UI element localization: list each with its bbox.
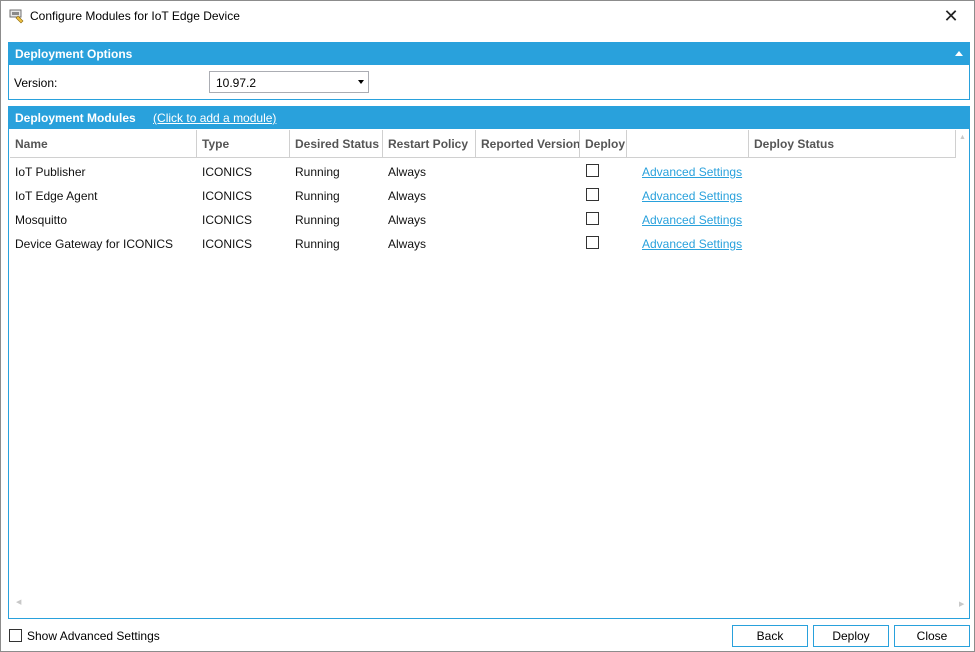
- module-name: IoT Publisher: [15, 165, 86, 179]
- deploy-button[interactable]: Deploy: [813, 625, 889, 647]
- scroll-up-icon[interactable]: ▲: [959, 134, 966, 141]
- column-header-name[interactable]: Name: [10, 130, 197, 158]
- module-name: Mosquitto: [15, 213, 68, 227]
- close-button[interactable]: Close: [894, 625, 970, 647]
- table-row[interactable]: Mosquitto ICONICS Running Always Advance…: [10, 208, 956, 232]
- column-header-deploy-status[interactable]: Deploy Status: [749, 130, 956, 158]
- advanced-settings-link[interactable]: Advanced Settings: [637, 208, 749, 232]
- deploy-checkbox[interactable]: [586, 164, 599, 177]
- module-type: ICONICS: [202, 237, 253, 251]
- app-icon: [9, 8, 25, 24]
- module-restart-policy: Always: [388, 189, 427, 203]
- column-header-restart-policy[interactable]: Restart Policy: [383, 130, 476, 158]
- table-row[interactable]: IoT Edge Agent ICONICS Running Always Ad…: [10, 184, 956, 208]
- module-reported-version: [476, 160, 580, 184]
- title-bar: Configure Modules for IoT Edge Device ✕: [1, 1, 974, 31]
- show-advanced-settings-checkbox[interactable]: [9, 629, 22, 642]
- module-desired-status: Running: [295, 165, 340, 179]
- chevron-down-icon: [358, 80, 364, 84]
- advanced-settings-link[interactable]: Advanced Settings: [637, 232, 749, 256]
- deploy-checkbox[interactable]: [586, 212, 599, 225]
- deployment-modules-header: Deployment Modules (Click to add a modul…: [9, 107, 969, 129]
- deploy-checkbox[interactable]: [586, 236, 599, 249]
- deployment-modules-panel: Deployment Modules (Click to add a modul…: [8, 106, 970, 619]
- column-header-reported-version[interactable]: Reported Version: [476, 130, 580, 158]
- collapse-icon[interactable]: [955, 51, 963, 56]
- column-header-type[interactable]: Type: [197, 130, 290, 158]
- module-desired-status: Running: [295, 189, 340, 203]
- module-desired-status: Running: [295, 213, 340, 227]
- version-label: Version:: [14, 76, 58, 90]
- version-value: 10.97.2: [216, 76, 257, 90]
- deploy-checkbox[interactable]: [586, 188, 599, 201]
- module-restart-policy: Always: [388, 165, 427, 179]
- module-name: Device Gateway for ICONICS: [15, 237, 174, 251]
- table-row[interactable]: IoT Publisher ICONICS Running Always Adv…: [10, 160, 956, 184]
- module-desired-status: Running: [295, 237, 340, 251]
- show-advanced-settings-label[interactable]: Show Advanced Settings: [27, 629, 160, 643]
- module-type: ICONICS: [202, 213, 253, 227]
- module-reported-version: [476, 232, 580, 256]
- module-deploy-status: [749, 184, 956, 208]
- module-name: IoT Edge Agent: [15, 189, 98, 203]
- advanced-settings-link[interactable]: Advanced Settings: [637, 160, 749, 184]
- close-window-icon[interactable]: ✕: [928, 1, 974, 31]
- column-header-desired-status[interactable]: Desired Status: [290, 130, 383, 158]
- vertical-scrollbar[interactable]: ▲ ▶: [956, 130, 969, 618]
- deployment-options-panel: Deployment Options Version: 10.97.2: [8, 42, 970, 100]
- column-header-settings[interactable]: [627, 130, 749, 158]
- configure-modules-dialog: Configure Modules for IoT Edge Device ✕ …: [0, 0, 975, 652]
- deployment-options-title: Deployment Options: [15, 47, 133, 61]
- deployment-options-header[interactable]: Deployment Options: [9, 43, 969, 65]
- advanced-settings-link[interactable]: Advanced Settings: [637, 184, 749, 208]
- version-select[interactable]: 10.97.2: [209, 71, 369, 93]
- module-type: ICONICS: [202, 189, 253, 203]
- modules-grid: Name Type Desired Status Restart Policy …: [10, 130, 956, 618]
- add-module-link[interactable]: (Click to add a module): [153, 111, 276, 125]
- module-restart-policy: Always: [388, 213, 427, 227]
- deployment-modules-title: Deployment Modules: [15, 111, 136, 125]
- module-reported-version: [476, 184, 580, 208]
- version-row: Version: 10.97.2: [9, 65, 969, 99]
- scroll-left-icon[interactable]: ◀: [16, 598, 21, 606]
- grid-header: Name Type Desired Status Restart Policy …: [10, 130, 956, 158]
- module-restart-policy: Always: [388, 237, 427, 251]
- module-deploy-status: [749, 232, 956, 256]
- module-type: ICONICS: [202, 165, 253, 179]
- table-row[interactable]: Device Gateway for ICONICS ICONICS Runni…: [10, 232, 956, 256]
- back-button[interactable]: Back: [732, 625, 808, 647]
- column-header-deploy[interactable]: Deploy: [580, 130, 627, 158]
- scroll-right-icon[interactable]: ▶: [959, 600, 964, 608]
- window-title: Configure Modules for IoT Edge Device: [30, 9, 240, 23]
- module-reported-version: [476, 208, 580, 232]
- module-deploy-status: [749, 160, 956, 184]
- module-deploy-status: [749, 208, 956, 232]
